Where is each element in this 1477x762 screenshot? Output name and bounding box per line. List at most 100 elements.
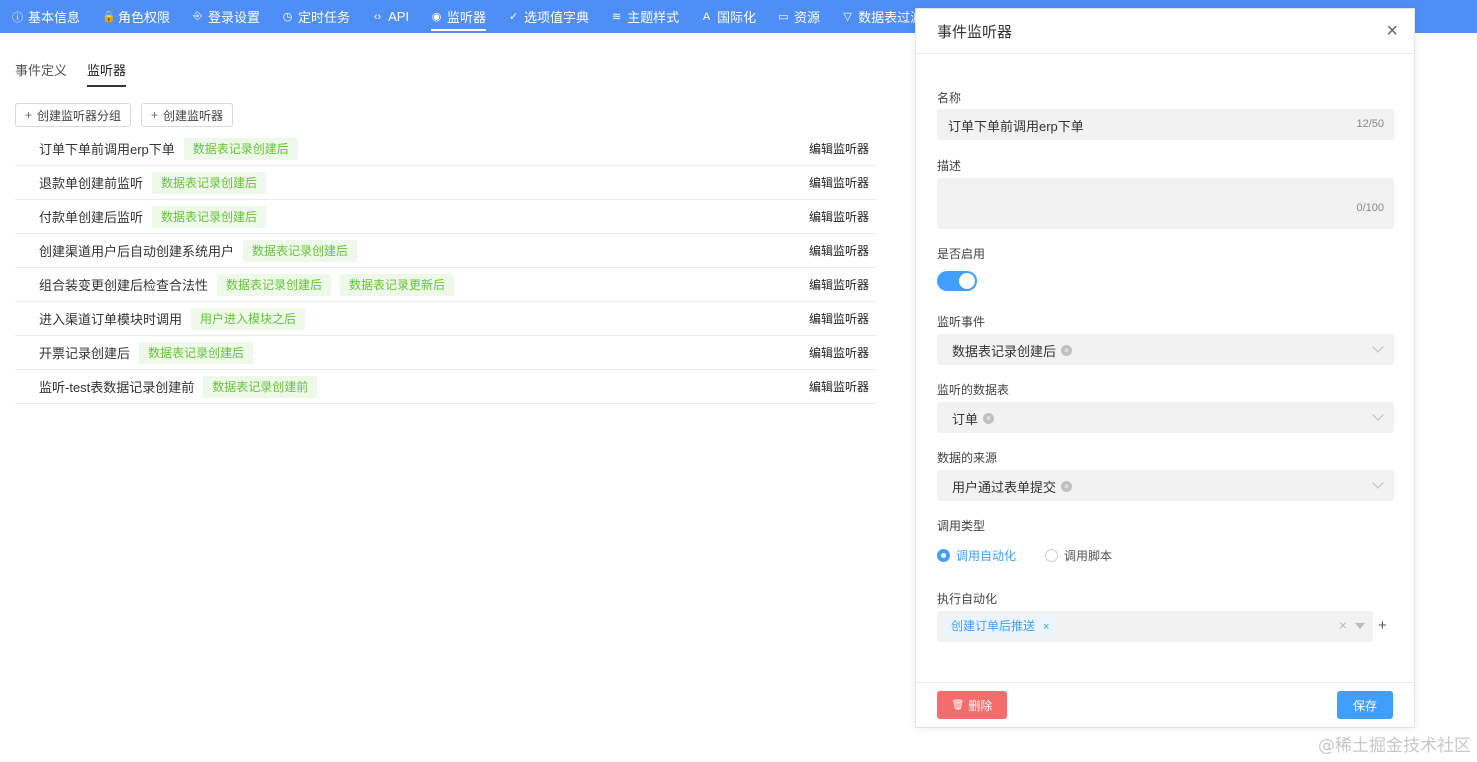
listener-row: 进入渠道订单模块时调用 用户进入模块之后 编辑监听器 xyxy=(15,302,876,336)
description-textarea[interactable]: 0/100 xyxy=(937,178,1394,229)
nav-item-0[interactable]: ⓘ 基本信息 xyxy=(12,0,80,33)
nav-item-6[interactable]: ✓ 选项值字典 xyxy=(508,0,589,33)
event-tag: 数据表记录创建后 xyxy=(217,273,332,296)
theme-icon: ≋ xyxy=(611,11,622,23)
nav-item-4[interactable]: ‹› API xyxy=(372,0,409,33)
event-tag: 数据表记录创建后 xyxy=(243,239,358,262)
table-select[interactable]: 订单 × xyxy=(937,402,1394,433)
event-tag: 数据表记录创建后 xyxy=(139,341,254,364)
edit-listener-link[interactable]: 编辑监听器 xyxy=(809,344,869,361)
nav-item-label: 选项值字典 xyxy=(524,10,590,25)
sub-tabs: 事件定义 监听器 xyxy=(15,60,146,87)
radio-circle xyxy=(937,549,950,562)
listener-name: 退款单创建前监听 xyxy=(39,176,144,191)
nav-item-label: 定时任务 xyxy=(298,10,351,25)
plus-icon: + xyxy=(151,108,159,122)
listener-name: 订单下单前调用erp下单 xyxy=(39,142,175,157)
nav-item-7[interactable]: ≋ 主题样式 xyxy=(611,0,679,33)
create-listener-button[interactable]: + 创建监听器 xyxy=(141,103,234,127)
file-icon: ▭ xyxy=(778,11,789,23)
chip-remove-icon[interactable]: × xyxy=(983,413,995,424)
delete-button[interactable]: 🗑 删除 xyxy=(937,691,1007,719)
nav-item-label: 资源 xyxy=(794,10,821,25)
listener-name: 监听-test表数据记录创建前 xyxy=(39,380,195,395)
delete-label: 删除 xyxy=(968,698,993,713)
radio-label: 调用自动化 xyxy=(956,549,1017,563)
drawer-title: 事件监听器 xyxy=(937,23,1013,41)
chevron-down-icon xyxy=(1372,477,1384,489)
plus-icon: + xyxy=(25,108,33,122)
edit-listener-link[interactable]: 编辑监听器 xyxy=(809,310,869,327)
watermark: @稀土掘金技术社区 xyxy=(1318,736,1471,756)
clock-icon: ◷ xyxy=(282,11,293,23)
automation-tag-label: 创建订单后推送 xyxy=(951,619,1036,633)
listener-name: 组合装变更创建后检查合法性 xyxy=(39,278,209,293)
listener-row: 付款单创建后监听 数据表记录创建后 编辑监听器 xyxy=(15,200,876,234)
edit-listener-link[interactable]: 编辑监听器 xyxy=(809,378,869,395)
clear-icon[interactable]: × xyxy=(1339,617,1347,633)
nav-item-9[interactable]: ▭ 资源 xyxy=(778,0,820,33)
edit-listener-link[interactable]: 编辑监听器 xyxy=(809,276,869,293)
name-label: 名称 xyxy=(937,91,962,105)
listener-drawer: 事件监听器 × 名称 订单下单前调用erp下单 12/50 描述 0/100 是… xyxy=(915,8,1415,728)
trash-icon: 🗑 xyxy=(951,699,965,711)
listener-name: 进入渠道订单模块时调用 xyxy=(39,312,183,327)
enabled-toggle[interactable] xyxy=(937,271,977,291)
nav-item-1[interactable]: 🔒 角色权限 xyxy=(102,0,170,33)
table-chip-label: 订单 xyxy=(952,412,979,427)
edit-listener-link[interactable]: 编辑监听器 xyxy=(809,140,869,157)
drawer-header: 事件监听器 xyxy=(916,9,1414,54)
event-chip: 数据表记录创建后 × xyxy=(952,341,1073,360)
event-tag: 数据表记录更新后 xyxy=(340,273,455,296)
radio-call-script[interactable]: 调用脚本 xyxy=(1045,547,1112,564)
check-circle-icon: ✓ xyxy=(508,11,519,23)
nav-item-5[interactable]: ◉ 监听器 xyxy=(431,0,487,33)
caret-down-icon[interactable] xyxy=(1355,623,1365,629)
chip-remove-icon[interactable]: × xyxy=(1061,481,1073,492)
enabled-label: 是否启用 xyxy=(937,247,986,261)
automation-select[interactable]: 创建订单后推送 × × xyxy=(937,611,1373,642)
login-icon: ⎆ xyxy=(193,10,202,22)
event-tag: 数据表记录创建后 xyxy=(183,137,298,160)
action-buttons: + 创建监听器分组 + 创建监听器 xyxy=(15,103,243,127)
edit-listener-link[interactable]: 编辑监听器 xyxy=(809,208,869,225)
save-button[interactable]: 保存 xyxy=(1337,691,1393,719)
radio-label: 调用脚本 xyxy=(1064,549,1113,563)
lock-icon: 🔒 xyxy=(102,11,116,23)
chip-remove-icon[interactable]: × xyxy=(1061,345,1073,356)
info-circle-icon: ⓘ xyxy=(12,11,23,24)
event-tag: 数据表记录创建后 xyxy=(152,171,267,194)
nav-item-3[interactable]: ◷ 定时任务 xyxy=(282,0,350,33)
nav-item-label: 角色权限 xyxy=(118,10,171,25)
table-label: 监听的数据表 xyxy=(937,383,1010,397)
name-input[interactable]: 订单下单前调用erp下单 12/50 xyxy=(937,109,1394,140)
nav-item-label: API xyxy=(388,9,410,24)
listener-row: 订单下单前调用erp下单 数据表记录创建后 编辑监听器 xyxy=(15,132,876,166)
edit-listener-link[interactable]: 编辑监听器 xyxy=(809,174,869,191)
listener-row: 开票记录创建后 数据表记录创建后 编辑监听器 xyxy=(15,336,876,370)
table-chip: 订单 × xyxy=(952,409,995,428)
close-icon[interactable]: × xyxy=(1386,20,1398,42)
nav-item-label: 国际化 xyxy=(717,10,757,25)
add-automation-icon[interactable]: + xyxy=(1378,617,1387,634)
filter-icon: ▽ xyxy=(843,11,852,23)
edit-listener-link[interactable]: 编辑监听器 xyxy=(809,242,869,259)
create-listener-group-button[interactable]: + 创建监听器分组 xyxy=(15,103,132,127)
tab-listeners[interactable]: 监听器 xyxy=(87,60,127,87)
translate-icon: A xyxy=(702,10,711,23)
nav-item-8[interactable]: A 国际化 xyxy=(701,0,756,33)
nav-item-label: 主题样式 xyxy=(627,10,680,25)
radio-call-automation[interactable]: 调用自动化 xyxy=(937,547,1016,564)
event-select[interactable]: 数据表记录创建后 × xyxy=(937,334,1394,365)
listener-name: 开票记录创建后 xyxy=(39,346,131,361)
nav-item-2[interactable]: ⎆ 登录设置 xyxy=(192,0,260,33)
source-select[interactable]: 用户通过表单提交 × xyxy=(937,470,1394,501)
event-tag: 用户进入模块之后 xyxy=(191,307,306,330)
radio-circle xyxy=(1045,549,1058,562)
listener-row: 创建渠道用户后自动创建系统用户 数据表记录创建后 编辑监听器 xyxy=(15,234,876,268)
code-icon: ‹› xyxy=(373,10,382,23)
tag-close-icon[interactable]: × xyxy=(1043,621,1049,633)
name-value: 订单下单前调用erp下单 xyxy=(948,119,1084,134)
tab-event-definition[interactable]: 事件定义 xyxy=(15,60,67,87)
source-label: 数据的来源 xyxy=(937,451,998,465)
